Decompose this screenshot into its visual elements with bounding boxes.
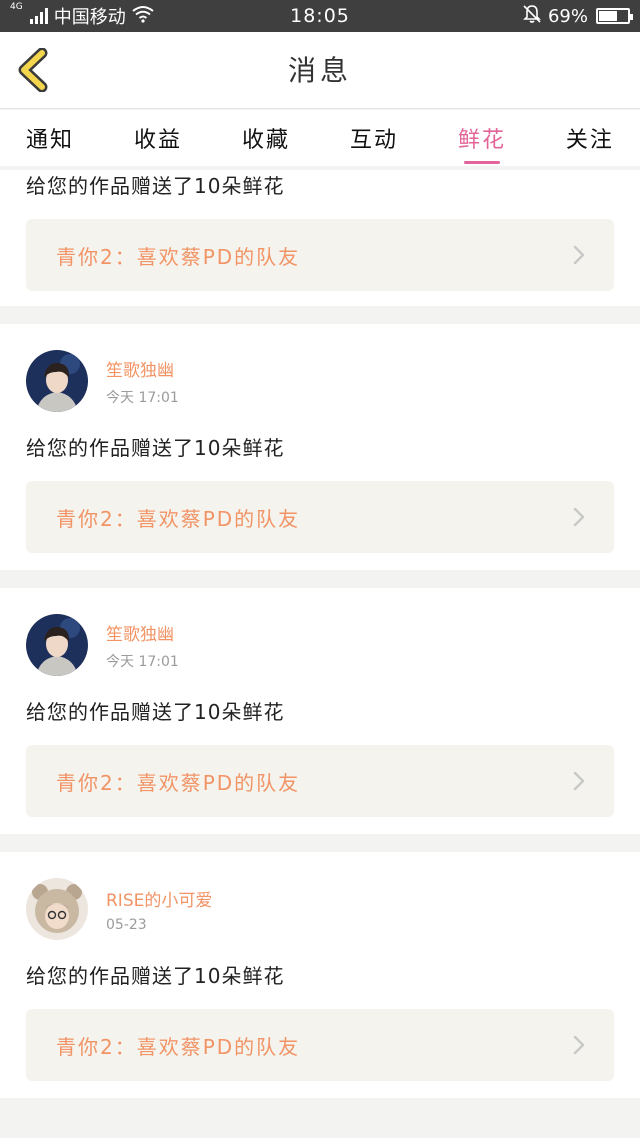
timestamp: 今天 17:01 [106, 653, 179, 670]
message-text: 给您的作品赠送了10朵鲜花 [26, 964, 285, 988]
card-header: 笙歌独幽 今天 17:01 [26, 350, 614, 412]
page-title: 消息 [287, 54, 352, 87]
message-text: 给您的作品赠送了10朵鲜花 [26, 700, 285, 724]
timestamp: 05-23 [106, 916, 147, 933]
wifi-icon [132, 5, 154, 27]
username[interactable]: RISE的小可爱 [106, 886, 212, 911]
user-meta: 笙歌独幽 今天 17:01 [106, 620, 179, 671]
timestamp: 今天 17:01 [106, 389, 179, 406]
message-feed: 给您的作品赠送了10朵鲜花 青你2：喜欢蔡PD的队友 笙歌独幽 今天 17:01 [0, 166, 640, 1116]
tab-interactions[interactable]: 互动 [348, 116, 400, 160]
status-bar-left: 4G 中国移动 [10, 3, 154, 29]
chevron-right-icon [573, 245, 585, 265]
chevron-right-icon [573, 771, 585, 791]
avatar[interactable] [26, 350, 88, 412]
tab-notifications[interactable]: 通知 [24, 116, 76, 160]
work-title: 青你2：喜欢蔡PD的队友 [56, 770, 301, 795]
work-link[interactable]: 青你2：喜欢蔡PD的队友 [26, 481, 614, 553]
work-title: 青你2：喜欢蔡PD的队友 [56, 244, 301, 269]
card-header: 笙歌独幽 今天 17:01 [26, 614, 614, 676]
flower-message-card: 笙歌独幽 今天 17:01 给您的作品赠送了10朵鲜花 青你2：喜欢蔡PD的队友 [0, 324, 640, 570]
avatar[interactable] [26, 878, 88, 940]
tab-favorites[interactable]: 收藏 [240, 116, 292, 160]
nav-bar: 消息 [0, 32, 640, 109]
flower-message-card: 笙歌独幽 今天 17:01 给您的作品赠送了10朵鲜花 青你2：喜欢蔡PD的队友 [0, 588, 640, 834]
back-button[interactable] [14, 47, 58, 93]
card-header: RISE的小可爱 05-23 [26, 878, 614, 940]
mute-bell-icon [522, 4, 542, 29]
status-bar: 4G 中国移动 18:05 69% [0, 0, 640, 32]
username[interactable]: 笙歌独幽 [106, 356, 179, 381]
work-link[interactable]: 青你2：喜欢蔡PD的队友 [26, 1009, 614, 1081]
carrier-name: 中国移动 [53, 7, 126, 28]
message-text: 给您的作品赠送了10朵鲜花 [26, 174, 285, 198]
battery-fill [599, 11, 617, 21]
work-link[interactable]: 青你2：喜欢蔡PD的队友 [26, 745, 614, 817]
tab-earnings[interactable]: 收益 [132, 116, 184, 160]
work-title: 青你2：喜欢蔡PD的队友 [56, 1034, 301, 1059]
username[interactable]: 笙歌独幽 [106, 620, 179, 645]
chevron-right-icon [573, 507, 585, 527]
work-link[interactable]: 青你2：喜欢蔡PD的队友 [26, 219, 614, 291]
flower-message-card: 给您的作品赠送了10朵鲜花 青你2：喜欢蔡PD的队友 [0, 170, 640, 306]
tab-follows[interactable]: 关注 [564, 116, 616, 160]
work-title: 青你2：喜欢蔡PD的队友 [56, 506, 301, 531]
status-bar-right: 69% [522, 4, 633, 29]
network-type: 4G [10, 2, 23, 12]
flower-message-card: RISE的小可爱 05-23 给您的作品赠送了10朵鲜花 青你2：喜欢蔡PD的队… [0, 852, 640, 1098]
chevron-left-icon [18, 47, 48, 93]
signal-icon [29, 8, 48, 24]
tab-bar: 通知 收益 收藏 互动 鲜花 关注 [0, 110, 640, 166]
user-meta: RISE的小可爱 05-23 [106, 886, 212, 933]
message-text: 给您的作品赠送了10朵鲜花 [26, 436, 285, 460]
battery-percent: 69% [547, 5, 588, 27]
user-meta: 笙歌独幽 今天 17:01 [106, 356, 179, 407]
avatar[interactable] [26, 614, 88, 676]
chevron-right-icon [573, 1035, 585, 1055]
tab-flowers[interactable]: 鲜花 [456, 116, 508, 160]
battery-icon [596, 8, 633, 24]
